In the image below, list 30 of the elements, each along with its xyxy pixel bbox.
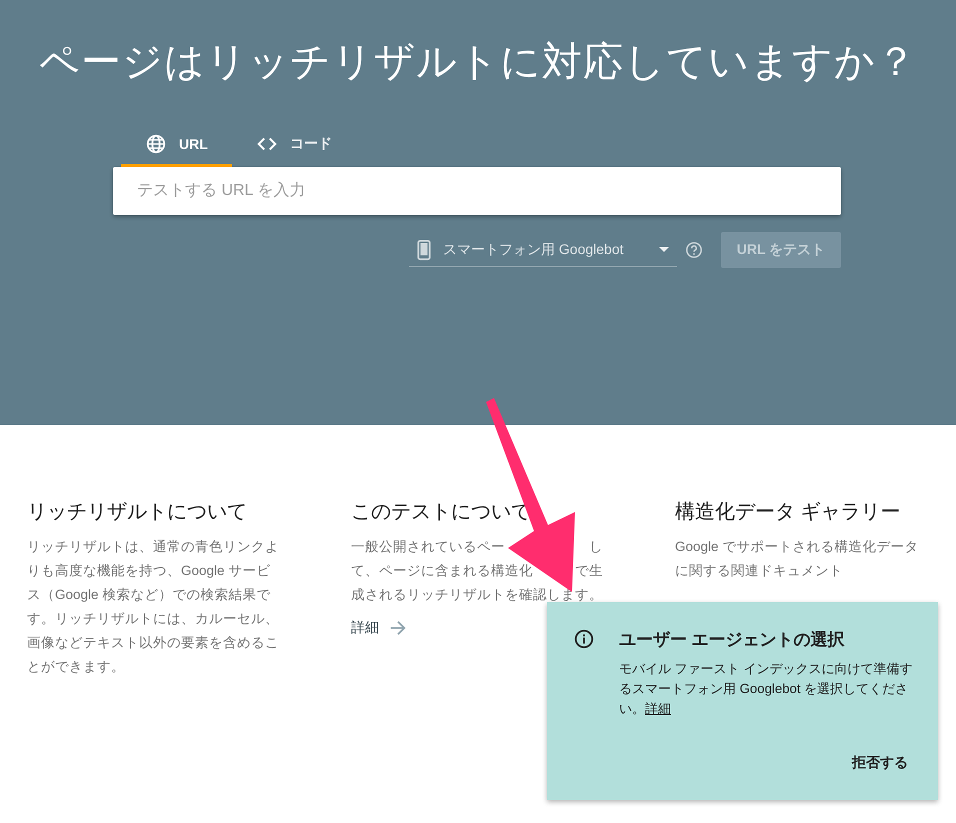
description-text: す。リッチリザルトには、カルーセル、 bbox=[27, 610, 279, 628]
description-text: りも高度な機能を持つ、Google サービ bbox=[27, 562, 270, 580]
toast-title: ユーザー エージェントの選択 bbox=[619, 629, 846, 651]
description-text: 一般公開されているペー bbox=[351, 538, 505, 556]
details-link[interactable]: 詳細 bbox=[645, 701, 671, 716]
description-text: 成されるリッチリザルトを確認します。 bbox=[351, 586, 603, 604]
help-icon[interactable] bbox=[685, 241, 703, 259]
caret-icon bbox=[659, 247, 669, 252]
dismiss-button[interactable]: 拒否する bbox=[852, 750, 908, 776]
toast-message: モバイル ファースト インデックスに向けて準備するスマートフォン用 Googlebot を選択してください。詳細 bbox=[619, 660, 914, 718]
section-heading: リッチリザルトについて bbox=[27, 500, 248, 525]
tab[interactable]: コード bbox=[232, 125, 356, 167]
url-input-field[interactable]: テストする URL を入力 bbox=[113, 167, 841, 215]
arrow-icon bbox=[389, 619, 407, 637]
phone-icon bbox=[417, 238, 431, 260]
section-heading: 構造化データ ギャラリー bbox=[675, 500, 902, 525]
description-text: て、ページに含まれる構造化 bbox=[351, 562, 533, 580]
info-icon bbox=[573, 628, 595, 650]
description-text: Google でサポートされる構造化データ bbox=[675, 538, 918, 556]
globe-icon bbox=[145, 133, 167, 155]
description-text: リッチリザルトは、通常の青色リンクよ bbox=[27, 538, 279, 556]
section-link[interactable]: 詳細 bbox=[351, 619, 407, 637]
description-text: 画像などテキスト以外の要素を含めるこ bbox=[27, 634, 279, 652]
user-agent-dropdown[interactable]: スマートフォン用 Googlebot bbox=[409, 233, 677, 267]
description-text: とができます。 bbox=[27, 658, 125, 676]
description-text: ス（Google 検索など）での検索結果で bbox=[27, 586, 270, 604]
description-text: に関する関連ドキュメント bbox=[675, 562, 843, 580]
description-text: で生 bbox=[575, 562, 603, 580]
page-title: ページはリッチリザルトに対応していますか？ bbox=[38, 39, 918, 86]
description-text: し bbox=[589, 538, 603, 556]
